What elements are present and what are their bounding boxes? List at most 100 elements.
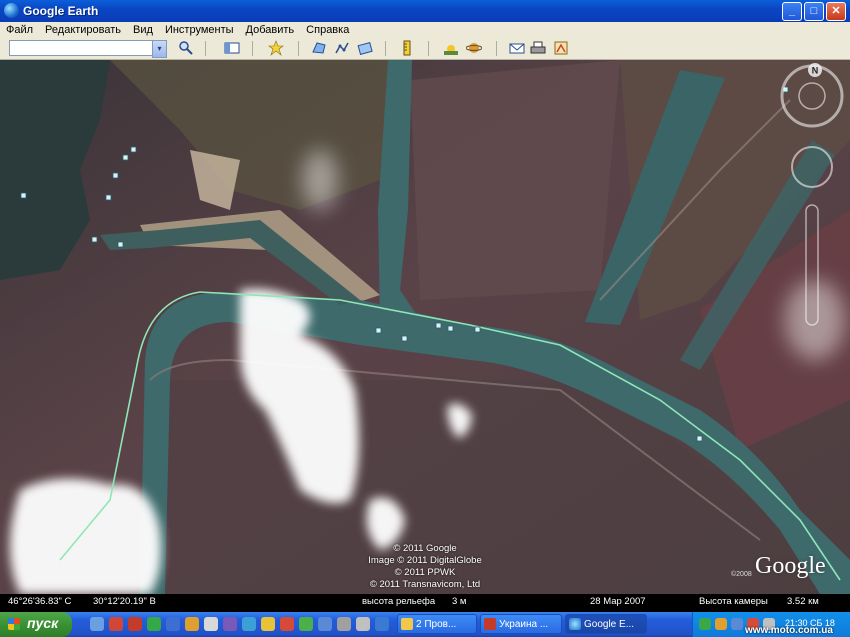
view-in-maps-icon[interactable] <box>553 40 569 56</box>
menu-edit[interactable]: Редактировать <box>39 22 127 36</box>
menu-tools[interactable]: Инструменты <box>159 22 240 36</box>
logo-year: ©2008 <box>731 571 752 578</box>
latitude: 46°26'36.83" С <box>8 596 72 607</box>
quicklaunch-app-icon[interactable] <box>337 617 351 631</box>
attribution-line: © 2011 Transnavicom, Ltd <box>369 579 481 590</box>
placemark-marker <box>117 241 124 248</box>
quicklaunch-desktop-icon[interactable] <box>90 617 104 631</box>
email-icon[interactable] <box>509 40 525 56</box>
taskbar: пуск 2 Пров... Украина ... Google E... 2… <box>0 612 850 637</box>
status-bar: 46°26'36.83" С 30°12'20.19" В высота рел… <box>0 594 850 609</box>
task-button-folders[interactable]: 2 Пров... <box>397 614 477 634</box>
cloud <box>10 478 162 594</box>
haze <box>785 280 845 360</box>
site-watermark: www.moto.com.ua <box>745 625 833 636</box>
task-button-google-earth[interactable]: Google E... <box>565 614 647 634</box>
menu-bar: Файл Редактировать Вид Инструменты Добавить С… <box>0 22 850 39</box>
placemark-marker <box>474 326 481 333</box>
print-icon[interactable] <box>530 40 546 56</box>
placemark-marker <box>435 322 442 329</box>
path-icon[interactable] <box>334 40 350 56</box>
compass-n-label: N <box>812 66 819 76</box>
placemark-icon[interactable] <box>268 40 284 56</box>
longitude: 30°12'20.19" В <box>93 596 156 607</box>
toolbar-separator <box>252 41 253 56</box>
toolbar-separator <box>428 41 429 56</box>
toolbar-separator <box>385 41 386 56</box>
search-dropdown-button[interactable]: ▾ <box>152 40 167 58</box>
eye-alt-value: 3.52 км <box>787 596 819 607</box>
quicklaunch-app-icon[interactable] <box>223 617 237 631</box>
toolbar: ▾ <box>0 39 850 60</box>
task-button-browser[interactable]: Украина ... <box>480 614 562 634</box>
quicklaunch-app-icon[interactable] <box>147 617 161 631</box>
placemark-marker <box>122 154 129 161</box>
eye-alt-label: Высота камеры <box>699 596 768 607</box>
search-input[interactable] <box>9 40 159 56</box>
task-label: Google E... <box>584 619 635 630</box>
sunlight-icon[interactable] <box>443 40 459 56</box>
quicklaunch-app-icon[interactable] <box>356 617 370 631</box>
quicklaunch-app-icon[interactable] <box>375 617 389 631</box>
windows-logo-icon <box>8 618 20 630</box>
map-viewport[interactable]: N <box>0 60 850 594</box>
quicklaunch-app-icon[interactable] <box>204 617 218 631</box>
placemark-marker <box>105 194 112 201</box>
menu-help[interactable]: Справка <box>300 22 355 36</box>
title-bar: Google Earth _ □ ✕ <box>0 0 850 22</box>
placemark-marker <box>447 325 454 332</box>
imagery-attribution: © 2011 Google Image © 2011 DigitalGlobe … <box>340 543 510 591</box>
quicklaunch-app-icon[interactable] <box>242 617 256 631</box>
menu-file[interactable]: Файл <box>0 22 39 36</box>
search-icon[interactable] <box>178 40 194 56</box>
window-title: Google Earth <box>23 4 99 18</box>
start-label: пуск <box>27 615 59 631</box>
minimize-button[interactable]: _ <box>782 2 802 21</box>
attribution-line: © 2011 Google <box>393 543 457 554</box>
elevation-value: 3 м <box>452 596 467 607</box>
elevation-label: высота рельефа <box>362 596 436 607</box>
placemark-marker <box>375 327 382 334</box>
quicklaunch-app-icon[interactable] <box>299 617 313 631</box>
field-patch <box>410 60 620 300</box>
image-overlay-icon[interactable] <box>357 40 373 56</box>
google-earth-app-icon <box>4 3 19 18</box>
ruler-icon[interactable] <box>399 40 415 56</box>
imagery-date: 28 Мар 2007 <box>590 596 646 607</box>
google-logo: Google <box>755 553 826 579</box>
start-button[interactable]: пуск <box>0 612 72 637</box>
attribution-line: © 2011 PPWK <box>394 567 456 578</box>
placemark-marker <box>91 236 98 243</box>
maximize-button[interactable]: □ <box>804 2 824 21</box>
toolbar-separator <box>298 41 299 56</box>
quicklaunch-app-icon[interactable] <box>318 617 332 631</box>
folder-icon <box>401 618 413 630</box>
task-label: 2 Пров... <box>416 619 457 630</box>
placemark-marker <box>20 192 27 199</box>
tray-app-icon[interactable] <box>731 618 743 630</box>
sidebar-toggle-icon[interactable] <box>224 40 240 56</box>
haze <box>302 150 338 210</box>
toolbar-separator <box>205 41 206 56</box>
quicklaunch-opera-icon[interactable] <box>128 617 142 631</box>
placemark-marker <box>401 335 408 342</box>
menu-add[interactable]: Добавить <box>240 22 301 36</box>
quicklaunch-app-icon[interactable] <box>280 617 294 631</box>
quicklaunch-app-icon[interactable] <box>261 617 275 631</box>
quicklaunch-ie-icon[interactable] <box>166 617 180 631</box>
placemark-marker <box>130 146 137 153</box>
tray-app-icon[interactable] <box>699 618 711 630</box>
toolbar-separator <box>496 41 497 56</box>
close-button[interactable]: ✕ <box>826 2 846 21</box>
menu-view[interactable]: Вид <box>127 22 159 36</box>
tray-app-icon[interactable] <box>715 618 727 630</box>
browser-icon <box>484 618 496 630</box>
quicklaunch-app-icon[interactable] <box>185 617 199 631</box>
quicklaunch-app-icon[interactable] <box>109 617 123 631</box>
planet-icon[interactable] <box>465 40 483 56</box>
google-earth-icon <box>569 618 581 630</box>
placemark-marker <box>112 172 119 179</box>
placemark-marker <box>696 435 703 442</box>
attribution-line: Image © 2011 DigitalGlobe <box>368 555 482 566</box>
polygon-icon[interactable] <box>311 40 327 56</box>
